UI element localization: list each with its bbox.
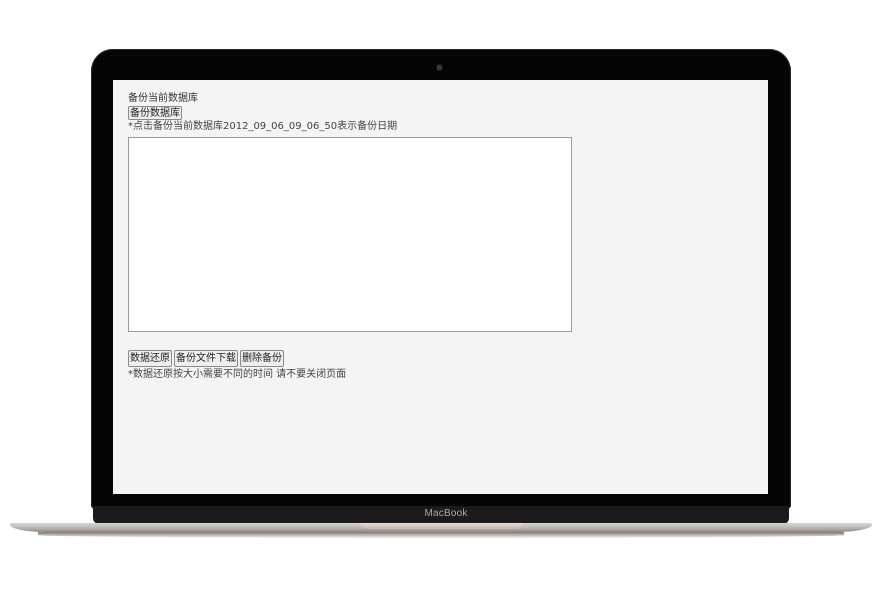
restore-data-button[interactable]: 数据还原 bbox=[128, 350, 172, 367]
backup-hint: *点击备份当前数据库2012_09_06_09_06_50表示备份日期 bbox=[128, 121, 398, 132]
download-backup-button[interactable]: 备份文件下载 bbox=[174, 350, 238, 367]
backup-panel: 备份当前数据库 备份数据库 *点击备份当前数据库2012_09_06_09_06… bbox=[128, 92, 572, 380]
restore-actions: 数据还原 备份文件下载 删除备份 bbox=[128, 350, 286, 367]
laptop-base-shadow bbox=[38, 532, 844, 538]
backup-section-title: 备份当前数据库 bbox=[128, 93, 198, 104]
screen: 备份当前数据库 备份数据库 *点击备份当前数据库2012_09_06_09_06… bbox=[113, 80, 768, 494]
laptop-mockup: 备份当前数据库 备份数据库 *点击备份当前数据库2012_09_06_09_06… bbox=[0, 0, 892, 607]
laptop-hinge-notch bbox=[360, 523, 522, 529]
brand-label: MacBook bbox=[424, 508, 468, 519]
restore-hint: *数据还原按大小需要不同的时间 请不要关闭页面 bbox=[128, 369, 347, 380]
backup-file-list[interactable] bbox=[128, 137, 572, 332]
backup-database-button[interactable]: 备份数据库 bbox=[128, 106, 182, 120]
delete-backup-button[interactable]: 删除备份 bbox=[240, 350, 284, 367]
camera-icon bbox=[437, 65, 442, 70]
